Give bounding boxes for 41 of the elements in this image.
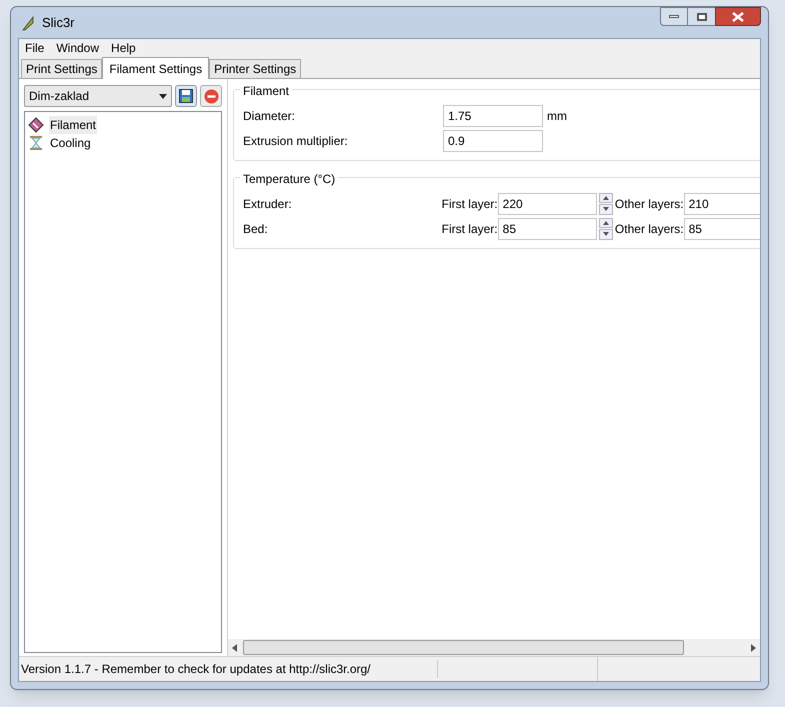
field-label: Other layers: bbox=[614, 196, 684, 212]
app-logo-icon bbox=[21, 14, 35, 30]
horizontal-scrollbar[interactable] bbox=[228, 639, 760, 656]
input-field[interactable]: 85 bbox=[684, 218, 760, 240]
tab[interactable]: Filament Settings bbox=[102, 57, 210, 79]
field-label: Diameter: bbox=[243, 108, 296, 124]
field-label: First layer: bbox=[442, 196, 498, 212]
input-field[interactable]: 85 bbox=[498, 218, 598, 240]
scroll-left-icon[interactable] bbox=[232, 644, 237, 652]
minimize-button[interactable] bbox=[660, 7, 688, 26]
save-button[interactable] bbox=[175, 85, 198, 107]
input-field[interactable]: 220 bbox=[498, 192, 598, 214]
spin-buttons[interactable] bbox=[599, 192, 613, 214]
field-label: Bed: bbox=[243, 220, 269, 238]
preset-dropdown[interactable]: Dim-zaklad bbox=[24, 85, 172, 107]
tab[interactable]: Printer Settings bbox=[209, 59, 302, 78]
field-label: First layer: bbox=[442, 220, 498, 238]
caret-icon bbox=[159, 94, 168, 98]
spin-buttons[interactable] bbox=[599, 218, 613, 240]
menu-item[interactable]: Help bbox=[105, 39, 142, 57]
menu-item[interactable]: Window bbox=[50, 39, 106, 57]
hourglass-icon bbox=[28, 135, 44, 151]
field-label: Extruder: bbox=[243, 196, 293, 212]
input-field[interactable]: 210 bbox=[684, 192, 760, 214]
input-field[interactable]: 1.75 bbox=[443, 104, 543, 126]
maximize-button[interactable] bbox=[688, 7, 715, 26]
close-icon bbox=[732, 12, 744, 22]
tree-item[interactable]: Cooling bbox=[49, 134, 92, 152]
input-field[interactable]: 0.9 bbox=[443, 130, 543, 152]
window-title: Slic3r bbox=[42, 14, 75, 32]
scroll-right-icon[interactable] bbox=[751, 644, 756, 652]
field-label: Extrusion multiplier: bbox=[243, 132, 349, 150]
menu-item[interactable]: File bbox=[19, 39, 50, 57]
status-text: Version 1.1.7 - Remember to check for updates at http://slic3r.org/ bbox=[19, 660, 438, 678]
tree-item[interactable]: Filament bbox=[49, 116, 98, 134]
close-button[interactable] bbox=[715, 7, 761, 26]
spool-icon bbox=[28, 117, 44, 133]
tab[interactable]: Print Settings bbox=[21, 59, 102, 78]
field-label: Other layers: bbox=[614, 220, 684, 238]
unit-label: mm bbox=[547, 108, 567, 124]
delete-button[interactable] bbox=[200, 85, 222, 107]
